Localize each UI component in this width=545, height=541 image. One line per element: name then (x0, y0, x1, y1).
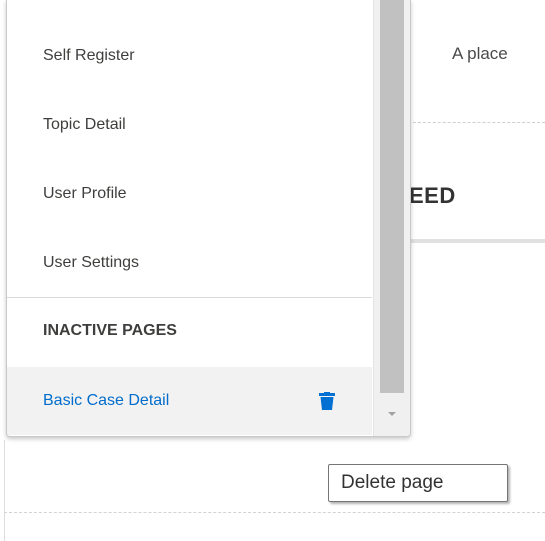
trash-icon[interactable] (319, 392, 335, 410)
page-list: Self Register Topic Detail User Profile … (7, 0, 372, 436)
menu-divider (7, 297, 372, 298)
scroll-down-arrow-icon[interactable] (388, 412, 396, 416)
page-dropdown-menu: Self Register Topic Detail User Profile … (6, 0, 411, 437)
menu-item-label: User Profile (43, 185, 127, 202)
scrollbar-thumb[interactable] (380, 0, 404, 393)
menu-item-user-profile[interactable]: User Profile (7, 172, 372, 216)
menu-scrollbar[interactable] (373, 0, 410, 436)
menu-item-label: User Settings (43, 254, 140, 271)
menu-item-label: Self Register (43, 47, 135, 64)
page-border (4, 440, 5, 541)
menu-item-self-register[interactable]: Self Register (7, 34, 372, 78)
menu-item-topic-detail[interactable]: Topic Detail (7, 103, 372, 147)
placeholder-text: A place (452, 44, 508, 63)
menu-item-basic-case-detail[interactable]: Basic Case Detail (7, 367, 372, 435)
feed-heading: EED (409, 183, 456, 208)
delete-page-tooltip: Delete page (328, 464, 508, 502)
feed-heading-underline (408, 239, 545, 243)
dashed-divider (408, 122, 545, 123)
dashed-divider-bottom (4, 512, 545, 513)
menu-item-label: Topic Detail (43, 116, 126, 133)
menu-item-user-settings[interactable]: User Settings (7, 241, 372, 285)
inactive-pages-header: INACTIVE PAGES (43, 322, 177, 339)
menu-item-label: Basic Case Detail (43, 392, 170, 409)
